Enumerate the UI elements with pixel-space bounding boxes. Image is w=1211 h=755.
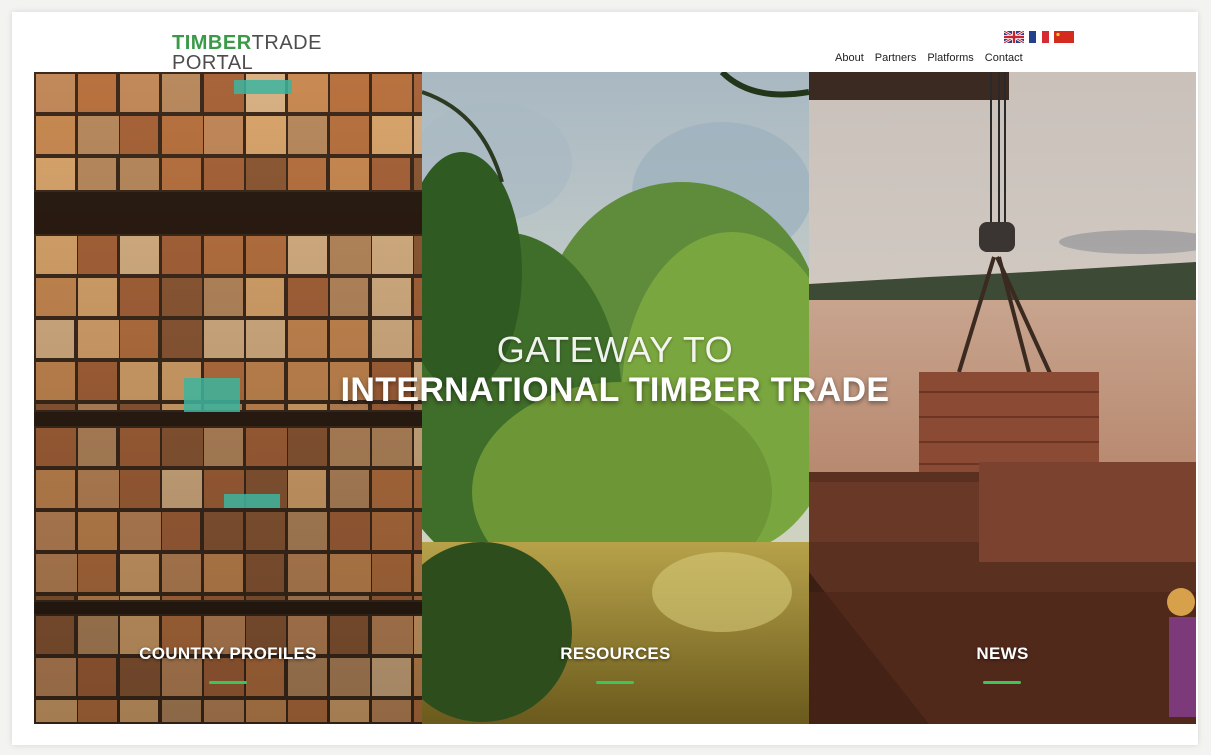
hero-banner: COUNTRY PROFILES RESOURCES NEWS GATEWAY … (34, 72, 1196, 724)
resources-label: RESOURCES (560, 644, 671, 663)
uk-flag-icon[interactable] (1004, 31, 1024, 43)
country-profiles-underline (209, 681, 247, 684)
france-flag-icon[interactable] (1029, 31, 1049, 43)
nav-partners[interactable]: Partners (875, 52, 917, 64)
main-nav: About Partners Platforms Contact (835, 52, 1023, 64)
china-flag-icon[interactable] (1054, 31, 1074, 43)
stacked-timber-image (34, 72, 422, 724)
resources-panel[interactable]: RESOURCES (422, 72, 809, 724)
news-panel[interactable]: NEWS (809, 72, 1196, 724)
site-logo[interactable]: TIMBERTRADE PORTAL (172, 33, 322, 73)
river-barge-image (809, 72, 1196, 724)
nav-platforms[interactable]: Platforms (927, 52, 973, 64)
country-profiles-panel[interactable]: COUNTRY PROFILES (34, 72, 422, 724)
nav-about[interactable]: About (835, 52, 864, 64)
logo-word-portal: PORTAL (172, 52, 254, 74)
news-label: NEWS (976, 644, 1029, 663)
language-switcher (1004, 31, 1074, 43)
news-underline (983, 681, 1021, 684)
jungle-river-image (422, 72, 809, 724)
logo-word-timber: TIMBER (172, 32, 252, 54)
country-profiles-label: COUNTRY PROFILES (139, 644, 317, 663)
nav-contact[interactable]: Contact (985, 52, 1023, 64)
logo-word-trade: TRADE (251, 32, 322, 54)
resources-underline (596, 681, 634, 684)
